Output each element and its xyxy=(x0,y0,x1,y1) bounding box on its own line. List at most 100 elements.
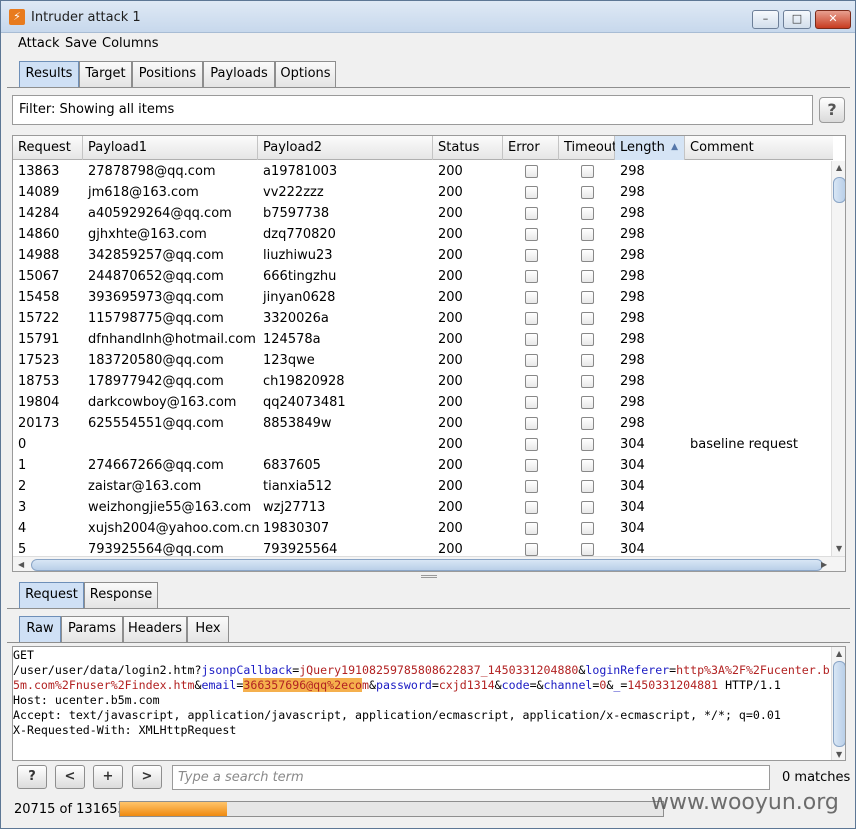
filter-bar[interactable]: Filter: Showing all items xyxy=(12,95,813,125)
tab-options[interactable]: Options xyxy=(275,61,336,87)
tab-raw[interactable]: Raw xyxy=(19,616,61,642)
param-name-jsonpcallback: jsonpCallback xyxy=(201,663,293,677)
timeout-checkbox xyxy=(581,417,594,430)
tab-positions[interactable]: Positions xyxy=(132,61,203,87)
cell-payload1: gjhxhte@163.com xyxy=(88,227,207,242)
table-row[interactable]: 13863 27878798@qq.com a19781003 200 298 xyxy=(13,161,831,182)
cell-status: 200 xyxy=(438,164,463,179)
request-scroll-up-icon[interactable]: ▲ xyxy=(836,649,842,658)
table-row[interactable]: 3 weizhongjie55@163.com wzj27713 200 304 xyxy=(13,497,831,518)
table-row[interactable]: 14860 gjhxhte@163.com dzq770820 200 298 xyxy=(13,224,831,245)
search-add-button[interactable]: + xyxy=(93,765,123,789)
menu-columns[interactable]: Columns xyxy=(102,36,159,51)
cell-comment xyxy=(685,497,690,518)
cell-payload1: 115798775@qq.com xyxy=(88,311,224,326)
table-horizontal-scrollbar[interactable]: ◀ ▶ xyxy=(13,556,845,571)
detail-tabs-divider xyxy=(7,608,850,609)
cell-length: 298 xyxy=(620,248,645,263)
table-row[interactable]: 15722 115798775@qq.com 3320026a 200 298 xyxy=(13,308,831,329)
header-x-requested-with: X-Requested-With: XMLHttpRequest xyxy=(13,723,237,737)
search-help-button[interactable]: ? xyxy=(17,765,47,789)
search-previous-button[interactable]: < xyxy=(55,765,85,789)
cell-payload2: jinyan0628 xyxy=(263,290,336,305)
table-row[interactable]: 15458 393695973@qq.com jinyan0628 200 298 xyxy=(13,287,831,308)
close-button[interactable]: ✕ xyxy=(815,10,851,29)
error-checkbox xyxy=(525,186,538,199)
column-payload2[interactable]: Payload2 xyxy=(258,136,433,160)
view-tabs-divider xyxy=(7,642,850,643)
table-row[interactable]: 1 274667266@qq.com 6837605 200 304 xyxy=(13,455,831,476)
tab-headers[interactable]: Headers xyxy=(123,616,187,642)
column-status[interactable]: Status xyxy=(433,136,503,160)
table-row[interactable]: 18753 178977942@qq.com ch19820928 200 298 xyxy=(13,371,831,392)
scroll-down-icon[interactable]: ▼ xyxy=(836,544,842,553)
request-vertical-scrollbar[interactable]: ▲ ▼ xyxy=(831,647,845,760)
table-row[interactable]: 2 zaistar@163.com tianxia512 200 304 xyxy=(13,476,831,497)
cell-length: 298 xyxy=(620,185,645,200)
tab-params[interactable]: Params xyxy=(61,616,123,642)
cell-request: 0 xyxy=(18,437,27,452)
table-row[interactable]: 17523 183720580@qq.com 123qwe 200 298 xyxy=(13,350,831,371)
scroll-up-icon[interactable]: ▲ xyxy=(836,163,842,172)
scroll-right-icon[interactable]: ▶ xyxy=(821,560,827,569)
cell-payload2: liuzhiwu23 xyxy=(263,248,333,263)
table-row[interactable]: 0 200 304 baseline request xyxy=(13,434,831,455)
table-vertical-scrollbar[interactable]: ▲ ▼ xyxy=(831,161,845,556)
minimize-button[interactable]: – xyxy=(752,10,779,29)
cell-status: 200 xyxy=(438,248,463,263)
timeout-checkbox xyxy=(581,396,594,409)
scroll-left-icon[interactable]: ◀ xyxy=(18,560,24,569)
column-request[interactable]: Request xyxy=(13,136,83,160)
tab-target[interactable]: Target xyxy=(79,61,132,87)
column-comment[interactable]: Comment xyxy=(685,136,833,160)
tab-response[interactable]: Response xyxy=(84,582,158,608)
param-value-email-tail: m xyxy=(362,678,370,692)
param-name-code: code xyxy=(501,678,530,692)
table-row[interactable]: 14089 jm618@163.com vv222zzz 200 298 xyxy=(13,182,831,203)
table-row[interactable]: 15791 dfnhandlnh@hotmail.com 124578a 200 298 xyxy=(13,329,831,350)
column-error[interactable]: Error xyxy=(503,136,559,160)
table-row[interactable]: 15067 244870652@qq.com 666tingzhu 200 298 xyxy=(13,266,831,287)
table-row[interactable]: 20173 625554551@qq.com 8853849w 200 298 xyxy=(13,413,831,434)
pane-splitter[interactable] xyxy=(421,575,437,578)
table-row[interactable]: 19804 darkcowboy@163.com qq24073481 200 298 xyxy=(13,392,831,413)
table-row[interactable]: 14988 342859257@qq.com liuzhiwu23 200 298 xyxy=(13,245,831,266)
request-vertical-thumb[interactable] xyxy=(833,661,845,747)
raw-request-text[interactable]: GET /user/user/data/login2.htm?jsonpCall… xyxy=(13,648,831,738)
maximize-button[interactable]: □ xyxy=(783,10,811,29)
attack-progress-bar xyxy=(119,801,664,817)
column-length[interactable]: Length ▲ xyxy=(615,136,685,160)
cell-request: 4 xyxy=(18,521,27,536)
table-horizontal-thumb[interactable] xyxy=(31,559,823,571)
timeout-checkbox xyxy=(581,438,594,451)
menu-attack[interactable]: Attack xyxy=(18,36,60,51)
table-row[interactable]: 5 793925564@qq.com 793925564 200 304 xyxy=(13,539,831,556)
cell-comment xyxy=(685,287,690,308)
search-next-button[interactable]: > xyxy=(132,765,162,789)
column-timeout[interactable]: Timeout xyxy=(559,136,617,160)
cell-status: 200 xyxy=(438,542,463,556)
raw-request-editor[interactable]: GET /user/user/data/login2.htm?jsonpCall… xyxy=(12,646,846,761)
table-row[interactable]: 4 xujsh2004@yahoo.com.cn 19830307 200 304 xyxy=(13,518,831,539)
column-payload1[interactable]: Payload1 xyxy=(83,136,258,160)
tab-payloads[interactable]: Payloads xyxy=(203,61,275,87)
request-progress-count: 20715 of 131653 xyxy=(14,802,126,817)
cell-length: 298 xyxy=(620,227,645,242)
cell-comment xyxy=(685,518,690,539)
param-value-channel: 0 xyxy=(599,678,607,692)
filter-help-button[interactable]: ? xyxy=(819,97,845,123)
search-input[interactable]: Type a search term xyxy=(172,765,770,790)
param-value-jsonpcallback: jQuery19108259785808622837_1450331204880 xyxy=(299,663,579,677)
tab-hex[interactable]: Hex xyxy=(187,616,229,642)
table-row[interactable]: 14284 a405929264@qq.com b7597738 200 298 xyxy=(13,203,831,224)
tab-request[interactable]: Request xyxy=(19,582,84,608)
table-vertical-thumb[interactable] xyxy=(833,177,845,203)
cell-request: 15791 xyxy=(18,332,60,347)
cell-status: 200 xyxy=(438,500,463,515)
tab-results[interactable]: Results xyxy=(19,61,79,87)
request-scroll-down-icon[interactable]: ▼ xyxy=(836,750,842,759)
cell-comment xyxy=(685,182,690,203)
menu-save[interactable]: Save xyxy=(65,36,97,51)
error-checkbox xyxy=(525,396,538,409)
header-host: Host: ucenter.b5m.com xyxy=(13,693,160,707)
